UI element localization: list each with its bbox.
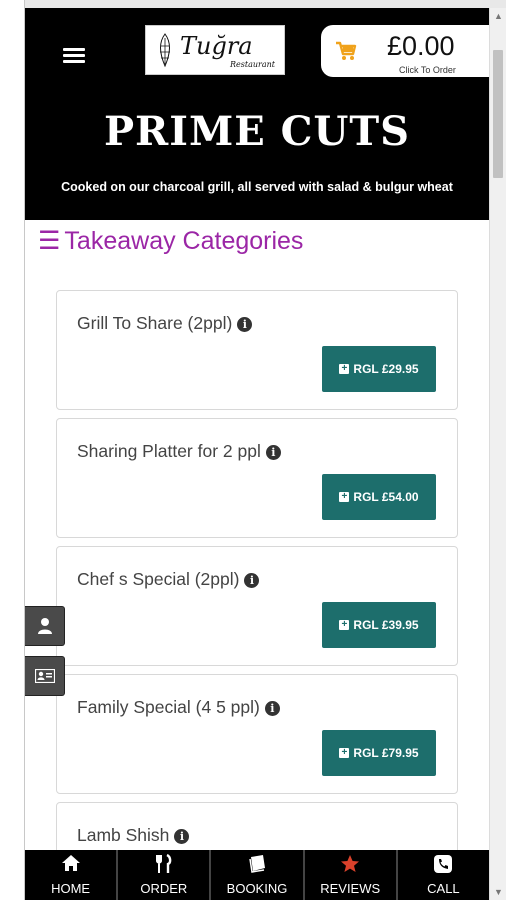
scroll-up-arrow-icon[interactable]: ▲ (490, 8, 506, 24)
info-icon[interactable]: i (264, 701, 280, 716)
logo-subtitle: Restaurant (230, 60, 275, 69)
info-icon[interactable]: i (174, 829, 190, 844)
account-side-button[interactable] (25, 606, 65, 646)
scroll-down-arrow-icon[interactable]: ▼ (490, 884, 506, 900)
category-title: Chef s Special (2ppl) i (77, 569, 260, 590)
categories-heading-label: Takeaway Categories (64, 227, 304, 255)
category-title-text: Chef s Special (2ppl) (77, 569, 240, 589)
info-icon[interactable]: i (237, 317, 253, 332)
category-title: Lamb Shish i (77, 825, 190, 846)
home-icon (61, 855, 80, 871)
category-title-text: Family Special (4 5 ppl) (77, 697, 260, 717)
logo-name: Tuğra (180, 32, 253, 60)
add-price-button[interactable]: + RGL £29.95 (322, 346, 436, 392)
star-icon (341, 855, 360, 872)
cutlery-icon (155, 854, 172, 873)
restaurant-logo[interactable]: Tuğra Restaurant (145, 25, 285, 75)
cart-subtext: Click To Order (399, 65, 456, 75)
price-label: RGL £79.95 (353, 746, 419, 760)
category-title: Sharing Platter for 2 ppl i (77, 441, 281, 462)
price-label: RGL £54.00 (353, 490, 419, 504)
category-card: Sharing Platter for 2 ppl i + RGL £54.00 (56, 418, 458, 538)
plus-square-icon: + (339, 364, 350, 374)
page-title: PRIME CUTS (103, 108, 411, 155)
category-title: Grill To Share (2ppl) i (77, 313, 253, 334)
info-icon[interactable]: i (265, 445, 281, 460)
browser-top-edge (0, 0, 506, 8)
nav-label: ORDER (140, 881, 188, 896)
site-header: Tuğra Restaurant £0.00 Click To Order PR… (25, 8, 501, 220)
price-label: RGL £39.95 (353, 618, 419, 632)
info-icon[interactable]: i (244, 573, 260, 588)
category-card: Grill To Share (2ppl) i + RGL £29.95 (56, 290, 458, 410)
category-title-text: Grill To Share (2ppl) (77, 313, 233, 333)
plus-square-icon: + (339, 492, 350, 502)
list-menu-icon: ☰ (38, 227, 61, 255)
cart-total: £0.00 (387, 31, 455, 61)
nav-call[interactable]: CALL (398, 850, 489, 900)
contact-card-side-button[interactable] (25, 656, 65, 696)
category-title: Family Special (4 5 ppl) i (77, 697, 280, 718)
plus-square-icon: + (339, 620, 350, 630)
phone-icon (434, 855, 453, 873)
nav-booking[interactable]: BOOKING (211, 850, 305, 900)
categories-heading[interactable]: ☰ Takeaway Categories (38, 226, 303, 256)
browser-left-edge (0, 0, 25, 900)
category-title-text: Sharing Platter for 2 ppl (77, 441, 261, 461)
page-subtitle: Cooked on our charcoal grill, all served… (61, 180, 453, 194)
plus-square-icon: + (339, 748, 350, 758)
nav-label: HOME (51, 881, 91, 896)
nav-reviews[interactable]: REVIEWS (305, 850, 398, 900)
id-card-icon (34, 669, 55, 683)
category-card: Family Special (4 5 ppl) i + RGL £79.95 (56, 674, 458, 794)
nav-label: CALL (427, 881, 460, 896)
user-icon (37, 618, 52, 634)
hamburger-menu-icon[interactable] (63, 48, 85, 63)
cart-button[interactable]: £0.00 Click To Order (321, 25, 501, 77)
bottom-navigation: HOME ORDER BOOKING REVIEWS CALL (25, 850, 489, 900)
add-price-button[interactable]: + RGL £79.95 (322, 730, 436, 776)
category-title-text: Lamb Shish (77, 825, 170, 845)
scroll-thumb[interactable] (493, 50, 503, 178)
price-label: RGL £29.95 (353, 362, 419, 376)
nav-label: REVIEWS (320, 881, 381, 896)
nav-order[interactable]: ORDER (118, 850, 212, 900)
nav-label: BOOKING (226, 881, 288, 896)
book-icon (249, 855, 265, 873)
add-price-button[interactable]: + RGL £54.00 (322, 474, 436, 520)
category-card: Chef s Special (2ppl) i + RGL £39.95 (56, 546, 458, 666)
cart-icon (336, 41, 357, 60)
add-price-button[interactable]: + RGL £39.95 (322, 602, 436, 648)
vertical-scrollbar[interactable]: ▲ ▼ (489, 8, 506, 900)
logo-tughra-icon (160, 33, 170, 68)
nav-home[interactable]: HOME (25, 850, 119, 900)
